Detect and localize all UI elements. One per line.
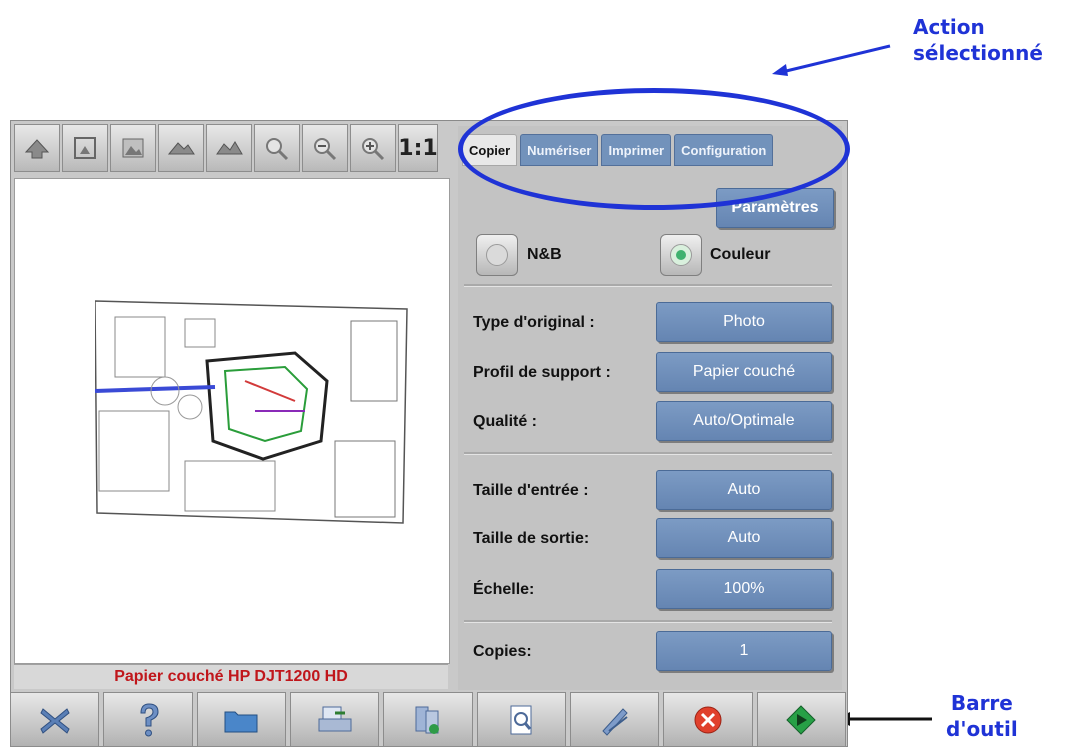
start-icon[interactable] [756,692,846,747]
folder-icon[interactable] [196,692,286,747]
annotation-barre-line2: d'outil [946,717,1018,741]
help-icon[interactable] [103,692,193,747]
divider [464,620,832,623]
rotate-left-icon[interactable] [14,124,60,172]
image-icon[interactable] [110,124,156,172]
divider [464,452,832,455]
landscape-2-icon[interactable] [206,124,252,172]
radio-bw[interactable] [476,234,518,276]
annotation-ellipse [458,88,850,210]
annotation-action: Action sélectionné [913,14,1043,66]
annotation-barre: Barre d'outil [946,690,1018,742]
preview-icon[interactable] [476,692,566,747]
radio-bw-label: N&B [527,246,562,263]
fit-page-icon[interactable] [62,124,108,172]
bottom-toolbar [10,692,846,747]
profil-support-button[interactable]: Papier couché [656,352,832,392]
taille-sortie-label: Taille de sortie: [473,530,590,547]
preview-area [14,178,450,664]
print-queue-icon[interactable] [383,692,473,747]
cancel-icon[interactable] [663,692,753,747]
annotation-action-line1: Action [913,15,985,39]
annotation-arrow-icon [772,44,891,76]
copies-button[interactable]: 1 [656,631,832,671]
qualite-label: Qualité : [473,413,538,430]
annotation-arrow-barre-icon [836,712,932,726]
taille-entree-label: Taille d'entrée : [473,482,589,499]
echelle-button[interactable]: 100% [656,569,832,609]
zoom-1-1-button[interactable]: 1:1 [398,124,438,172]
type-original-button[interactable]: Photo [656,302,832,342]
close-x-icon[interactable] [10,692,100,747]
qualite-button[interactable]: Auto/Optimale [656,401,832,441]
profil-support-label: Profil de support : [473,364,611,381]
blueprint-preview-image [95,300,408,524]
copies-label: Copies: [473,643,532,660]
landscape-icon[interactable] [158,124,204,172]
zoom-out-icon[interactable] [302,124,348,172]
zoom-tool-icon[interactable] [254,124,300,172]
zoom-in-icon[interactable] [350,124,396,172]
tools-icon[interactable] [569,692,660,747]
preview-toolbar: 1:1 [14,124,450,176]
taille-entree-button[interactable]: Auto [656,470,832,510]
divider [464,284,832,287]
type-original-label: Type d'original : [473,314,595,331]
scan-to-file-icon[interactable] [289,692,380,747]
echelle-label: Échelle: [473,581,535,598]
radio-color[interactable] [660,234,702,276]
radio-color-label: Couleur [710,246,771,263]
annotation-action-line2: sélectionné [913,41,1043,65]
annotation-barre-line1: Barre [950,691,1013,715]
media-profile-caption: Papier couché HP DJT1200 HD [14,664,448,689]
taille-sortie-button[interactable]: Auto [656,518,832,558]
